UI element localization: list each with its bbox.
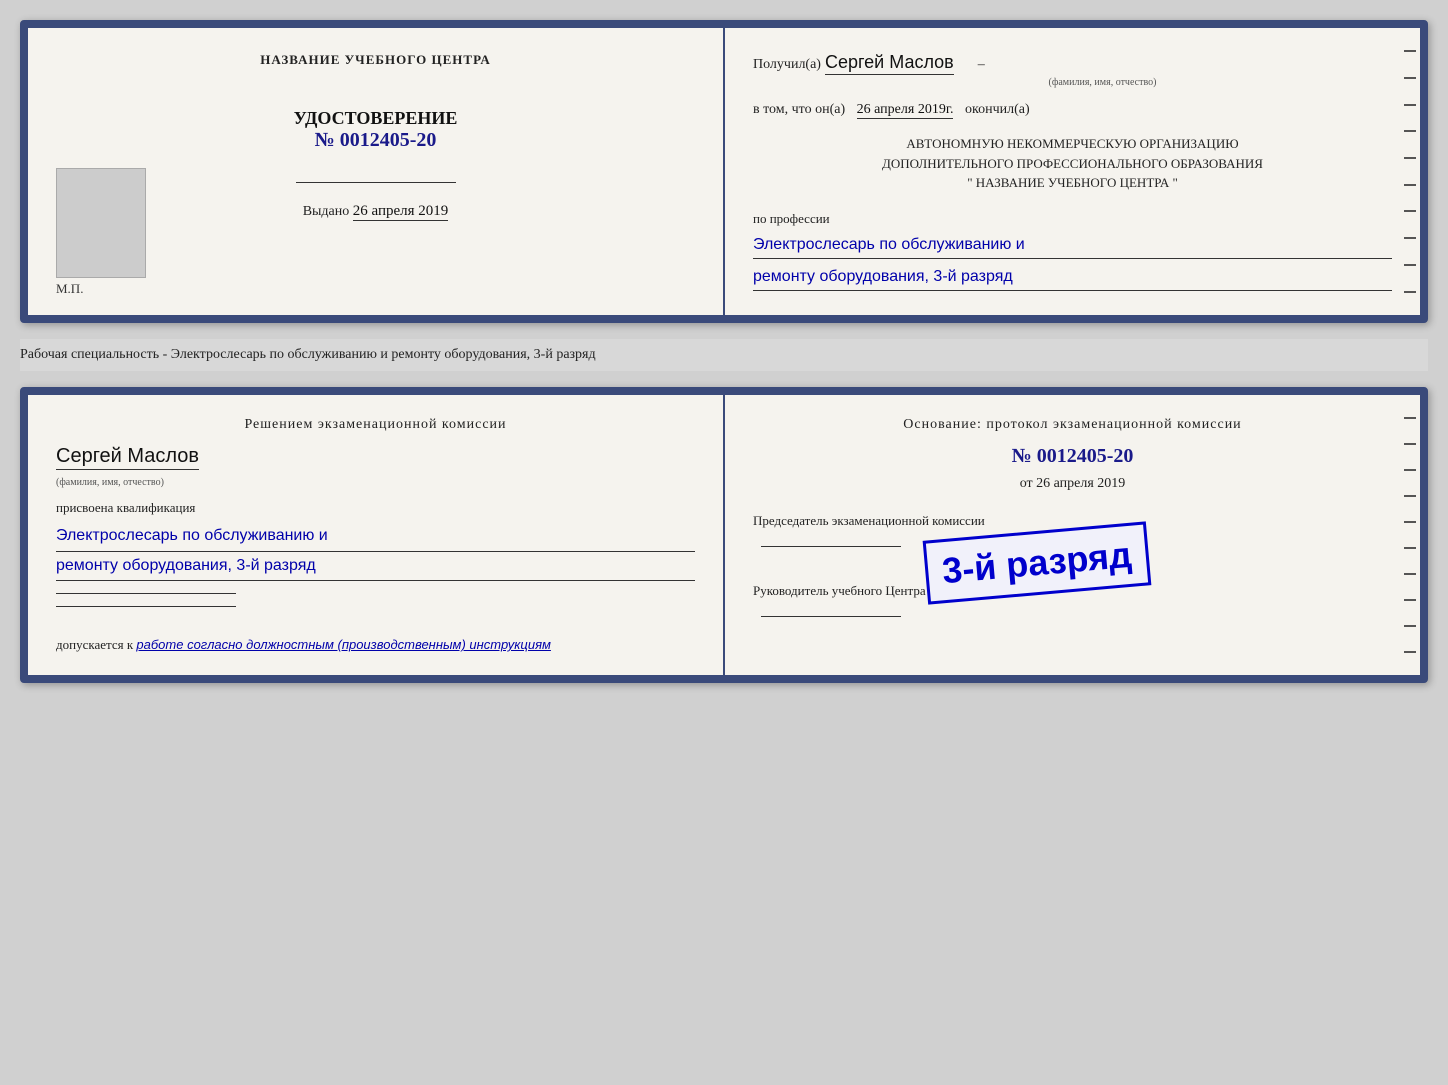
v-tom-row: в том, что он(а) 26 апреля 2019г. окончи… <box>753 102 1392 118</box>
prisvoena-label: присвоена квалификация <box>56 500 695 516</box>
org-line2: ДОПОЛНИТЕЛЬНОГО ПРОФЕССИОНАЛЬНОГО ОБРАЗО… <box>753 154 1392 174</box>
doc1-left-panel: НАЗВАНИЕ УЧЕБНОГО ЦЕНТРА УДОСТОВЕРЕНИЕ №… <box>28 28 725 315</box>
issued-date: 26 апреля 2019 <box>353 203 449 221</box>
issued-line: Выдано 26 апреля 2019 <box>56 203 695 220</box>
udostoverenie-title: УДОСТОВЕРЕНИЕ <box>56 108 695 129</box>
stamp-text: 3-й разряд <box>941 534 1134 591</box>
separator-text: Рабочая специальность - Электрослесарь п… <box>20 339 1428 371</box>
right-edge-decoration-2 <box>1400 395 1420 676</box>
dash-1: – <box>978 57 985 72</box>
poluchil-label: Получил(а) <box>753 57 821 72</box>
profession-line2: ремонту оборудования, 3-й разряд <box>753 263 1392 291</box>
resheniem-title: Решением экзаменационной комиссии <box>56 417 695 433</box>
qualification-block: Электрослесарь по обслуживанию и ремонту… <box>56 522 695 582</box>
org-line3: " НАЗВАНИЕ УЧЕБНОГО ЦЕНТРА " <box>753 173 1392 193</box>
protocol-number: № 0012405-20 <box>753 445 1392 468</box>
dopuskaetsya-label: допускается к <box>56 637 133 652</box>
profession-block: Электрослесарь по обслуживанию и ремонту… <box>753 231 1392 291</box>
fio-subtitle-2: (фамилия, имя, отчество) <box>56 477 164 488</box>
po-professii-label: по профессии <box>753 211 1392 227</box>
person-name: Сергей Маслов <box>56 445 199 470</box>
right-edge-decoration <box>1400 28 1420 315</box>
ot-date: 26 апреля 2019 <box>1036 476 1125 491</box>
photo-placeholder <box>56 168 146 278</box>
document-card-2: Решением экзаменационной комиссии Сергей… <box>20 387 1428 684</box>
v-tom-label: в том, что он(а) <box>753 102 845 117</box>
qualification-line2: ремонту оборудования, 3-й разряд <box>56 552 695 582</box>
issued-label: Выдано <box>303 204 350 219</box>
poluchil-name: Сергей Маслов <box>825 52 954 75</box>
profession-line1: Электрослесарь по обслуживанию и <box>753 231 1392 259</box>
qualification-line1: Электрослесарь по обслуживанию и <box>56 522 695 552</box>
document-card-1: НАЗВАНИЕ УЧЕБНОГО ЦЕНТРА УДОСТОВЕРЕНИЕ №… <box>20 20 1428 323</box>
ot-label: от <box>1020 476 1033 491</box>
training-center-label-1: НАЗВАНИЕ УЧЕБНОГО ЦЕНТРА <box>56 52 695 68</box>
doc-number-1: № 0012405-20 <box>56 129 695 152</box>
ot-date-row: от 26 апреля 2019 <box>753 476 1392 492</box>
dopusk-text: работе согласно должностным (производств… <box>136 637 551 652</box>
v-tom-date: 26 апреля 2019г. <box>857 102 954 119</box>
fio-subtitle-1: (фамилия, имя, отчество) <box>813 77 1392 88</box>
osnovanie-title: Основание: протокол экзаменационной коми… <box>753 417 1392 433</box>
org-block: АВТОНОМНУЮ НЕКОММЕРЧЕСКУЮ ОРГАНИЗАЦИЮ ДО… <box>753 134 1392 193</box>
mp-label: М.П. <box>56 281 83 297</box>
doc2-right-panel: Основание: протокол экзаменационной коми… <box>725 395 1420 676</box>
okonchil-label: окончил(а) <box>965 102 1030 117</box>
poluchil-row: Получил(а) Сергей Маслов – (фамилия, имя… <box>753 52 1392 88</box>
page-container: НАЗВАНИЕ УЧЕБНОГО ЦЕНТРА УДОСТОВЕРЕНИЕ №… <box>20 20 1428 683</box>
org-line1: АВТОНОМНУЮ НЕКОММЕРЧЕСКУЮ ОРГАНИЗАЦИЮ <box>753 134 1392 154</box>
dopuskaetsya-line: допускается к работе согласно должностны… <box>56 637 695 653</box>
doc2-left-panel: Решением экзаменационной комиссии Сергей… <box>28 395 725 676</box>
doc1-right-panel: Получил(а) Сергей Маслов – (фамилия, имя… <box>725 28 1420 315</box>
person-name-row: Сергей Маслов (фамилия, имя, отчество) <box>56 445 695 490</box>
